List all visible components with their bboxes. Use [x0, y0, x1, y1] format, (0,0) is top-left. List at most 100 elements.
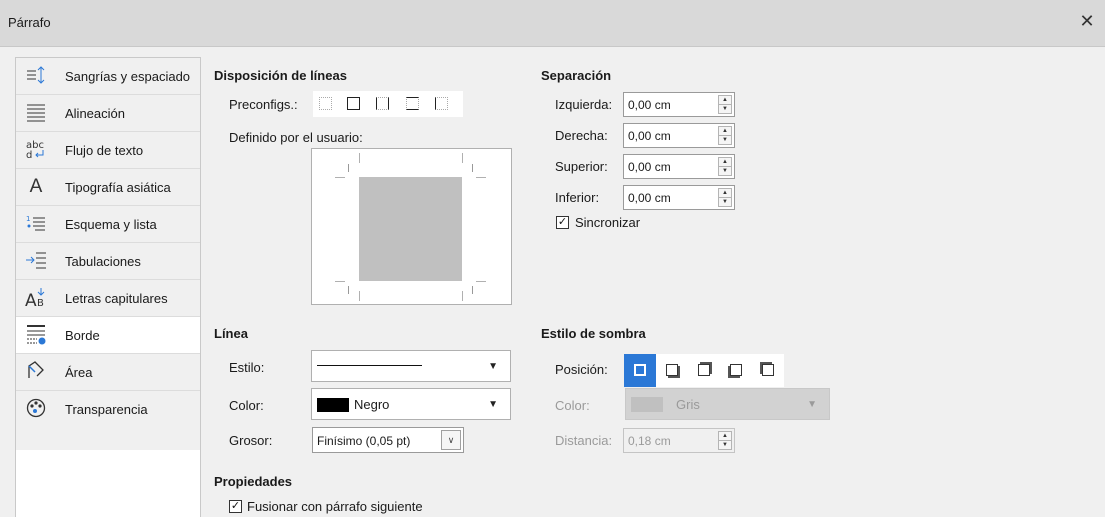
spin-down-icon[interactable]: ▼ [719, 105, 731, 114]
line-width-value: Finísimo (0,05 pt) [317, 434, 411, 448]
sidebar-item-label: Área [65, 365, 93, 380]
spin-up-icon[interactable]: ▲ [719, 432, 731, 441]
shadow-top-left-button[interactable] [752, 354, 784, 387]
padding-top-stepper[interactable]: ▲ ▼ [718, 157, 732, 176]
line-width-select[interactable]: Finísimo (0,05 pt) ∨ [312, 427, 464, 453]
transparency-icon [24, 397, 48, 421]
line-style-label: Estilo: [229, 360, 265, 375]
line-style-select[interactable]: ▼ [311, 350, 511, 382]
merge-paragraph-checkbox[interactable]: ✓ [229, 500, 242, 513]
text-flow-icon: abc d [24, 138, 48, 162]
chevron-down-icon[interactable]: ∨ [441, 430, 461, 450]
padding-bottom-stepper[interactable]: ▲ ▼ [718, 188, 732, 207]
preset-left-right-icon[interactable] [376, 97, 389, 110]
indent-spacing-icon [24, 64, 48, 88]
spin-down-icon[interactable]: ▼ [719, 441, 731, 450]
sidebar-item-tabs[interactable]: Tabulaciones [16, 243, 200, 280]
padding-bottom-label: Inferior: [555, 190, 600, 205]
sidebar-item-borders[interactable]: Borde [16, 317, 200, 354]
shadow-bottom-right-icon [666, 364, 678, 376]
svg-text:A: A [25, 291, 37, 308]
sidebar-item-outline-list[interactable]: 1 Esquema y lista [16, 206, 200, 243]
sidebar-item-label: Transparencia [65, 402, 148, 417]
sidebar-item-text-flow[interactable]: abc d Flujo de texto [16, 132, 200, 169]
chevron-down-icon: ▼ [488, 361, 498, 372]
line-color-swatch [317, 398, 349, 412]
sidebar-item-transparency[interactable]: Transparencia [16, 391, 200, 428]
shadow-color-swatch [631, 397, 663, 412]
shadow-position-label: Posición: [555, 362, 608, 377]
shadow-bottom-left-button[interactable] [720, 354, 752, 387]
tabs-icon [24, 249, 48, 273]
sidebar-item-drop-caps[interactable]: AB Letras capitulares [16, 280, 200, 317]
padding-left-label: Izquierda: [555, 97, 613, 112]
sidebar-item-label: Tabulaciones [65, 254, 141, 269]
line-color-value: Negro [354, 397, 390, 412]
spin-down-icon[interactable]: ▼ [719, 198, 731, 207]
line-color-label: Color: [229, 398, 264, 413]
sidebar-item-label: Esquema y lista [65, 217, 157, 232]
shadow-bottom-left-icon [730, 364, 742, 376]
chevron-down-icon: ▼ [807, 399, 817, 410]
padding-bottom-field[interactable]: 0,00 cm ▲ ▼ [623, 185, 735, 210]
properties-heading: Propiedades [214, 474, 293, 489]
preset-top-bottom-icon[interactable] [406, 97, 419, 110]
presets-label: Preconfigs.: [229, 97, 298, 112]
merge-paragraph-label: Fusionar con párrafo siguiente [247, 499, 423, 514]
sidebar-item-indents-spacing[interactable]: Sangrías y espaciado [16, 58, 200, 95]
sidebar-item-label: Flujo de texto [65, 143, 144, 158]
spin-up-icon[interactable]: ▲ [719, 127, 731, 136]
svg-text:d: d [26, 150, 32, 160]
shadow-none-icon [634, 364, 646, 376]
border-preview[interactable] [311, 148, 512, 305]
synchronize-label: Sincronizar [575, 215, 641, 230]
preview-paragraph [359, 177, 462, 281]
padding-heading: Separación [541, 68, 612, 83]
sidebar-item-label: Borde [65, 328, 100, 343]
preset-none-icon[interactable] [319, 97, 332, 110]
shadow-color-label: Color: [555, 398, 590, 413]
preset-box-icon[interactable] [347, 97, 360, 110]
shadow-color-value: Gris [676, 397, 700, 412]
shadow-top-right-icon [698, 364, 710, 376]
shadow-top-left-icon [762, 364, 774, 376]
close-icon[interactable]: ✕ [1075, 9, 1099, 33]
spin-up-icon[interactable]: ▲ [719, 158, 731, 167]
sidebar-empty-area [16, 450, 200, 517]
preset-left-icon[interactable] [435, 97, 448, 110]
shadow-top-right-button[interactable] [688, 354, 720, 387]
check-icon: ✓ [230, 500, 241, 512]
spin-down-icon[interactable]: ▼ [719, 167, 731, 176]
shadow-position-group [624, 354, 784, 387]
dialog-title: Párrafo [8, 15, 51, 30]
area-fill-icon [24, 360, 48, 384]
padding-left-stepper[interactable]: ▲ ▼ [718, 95, 732, 114]
sidebar-item-asian-typography[interactable]: A Tipografía asiática [16, 169, 200, 206]
spin-up-icon[interactable]: ▲ [719, 96, 731, 105]
line-width-label: Grosor: [229, 433, 273, 448]
shadow-distance-field[interactable]: 0,18 cm ▲ ▼ [623, 428, 735, 453]
title-bar: Párrafo ✕ [0, 0, 1105, 47]
drop-caps-icon: AB [24, 286, 48, 311]
spin-up-icon[interactable]: ▲ [719, 189, 731, 198]
shadow-color-select[interactable]: Gris ▼ [625, 388, 830, 420]
border-presets [313, 91, 463, 117]
padding-right-stepper[interactable]: ▲ ▼ [718, 126, 732, 145]
sidebar-item-label: Sangrías y espaciado [65, 69, 191, 84]
padding-right-field[interactable]: 0,00 cm ▲ ▼ [623, 123, 735, 148]
line-heading: Línea [214, 326, 248, 341]
sidebar-item-alignment[interactable]: Alineación [16, 95, 200, 132]
svg-text:1: 1 [26, 215, 30, 223]
sidebar-item-label: Alineación [65, 106, 125, 121]
padding-left-field[interactable]: 0,00 cm ▲ ▼ [623, 92, 735, 117]
line-color-select[interactable]: Negro ▼ [311, 388, 511, 420]
padding-top-field[interactable]: 0,00 cm ▲ ▼ [623, 154, 735, 179]
shadow-none-button[interactable] [624, 354, 656, 387]
shadow-distance-stepper[interactable]: ▲ ▼ [718, 431, 732, 450]
sidebar: Sangrías y espaciado Alineación abc d Flu… [15, 57, 201, 517]
synchronize-checkbox[interactable]: ✓ [556, 216, 569, 229]
shadow-bottom-right-button[interactable] [656, 354, 688, 387]
sidebar-item-area[interactable]: Área [16, 354, 200, 391]
outline-list-icon: 1 [24, 212, 48, 236]
spin-down-icon[interactable]: ▼ [719, 136, 731, 145]
